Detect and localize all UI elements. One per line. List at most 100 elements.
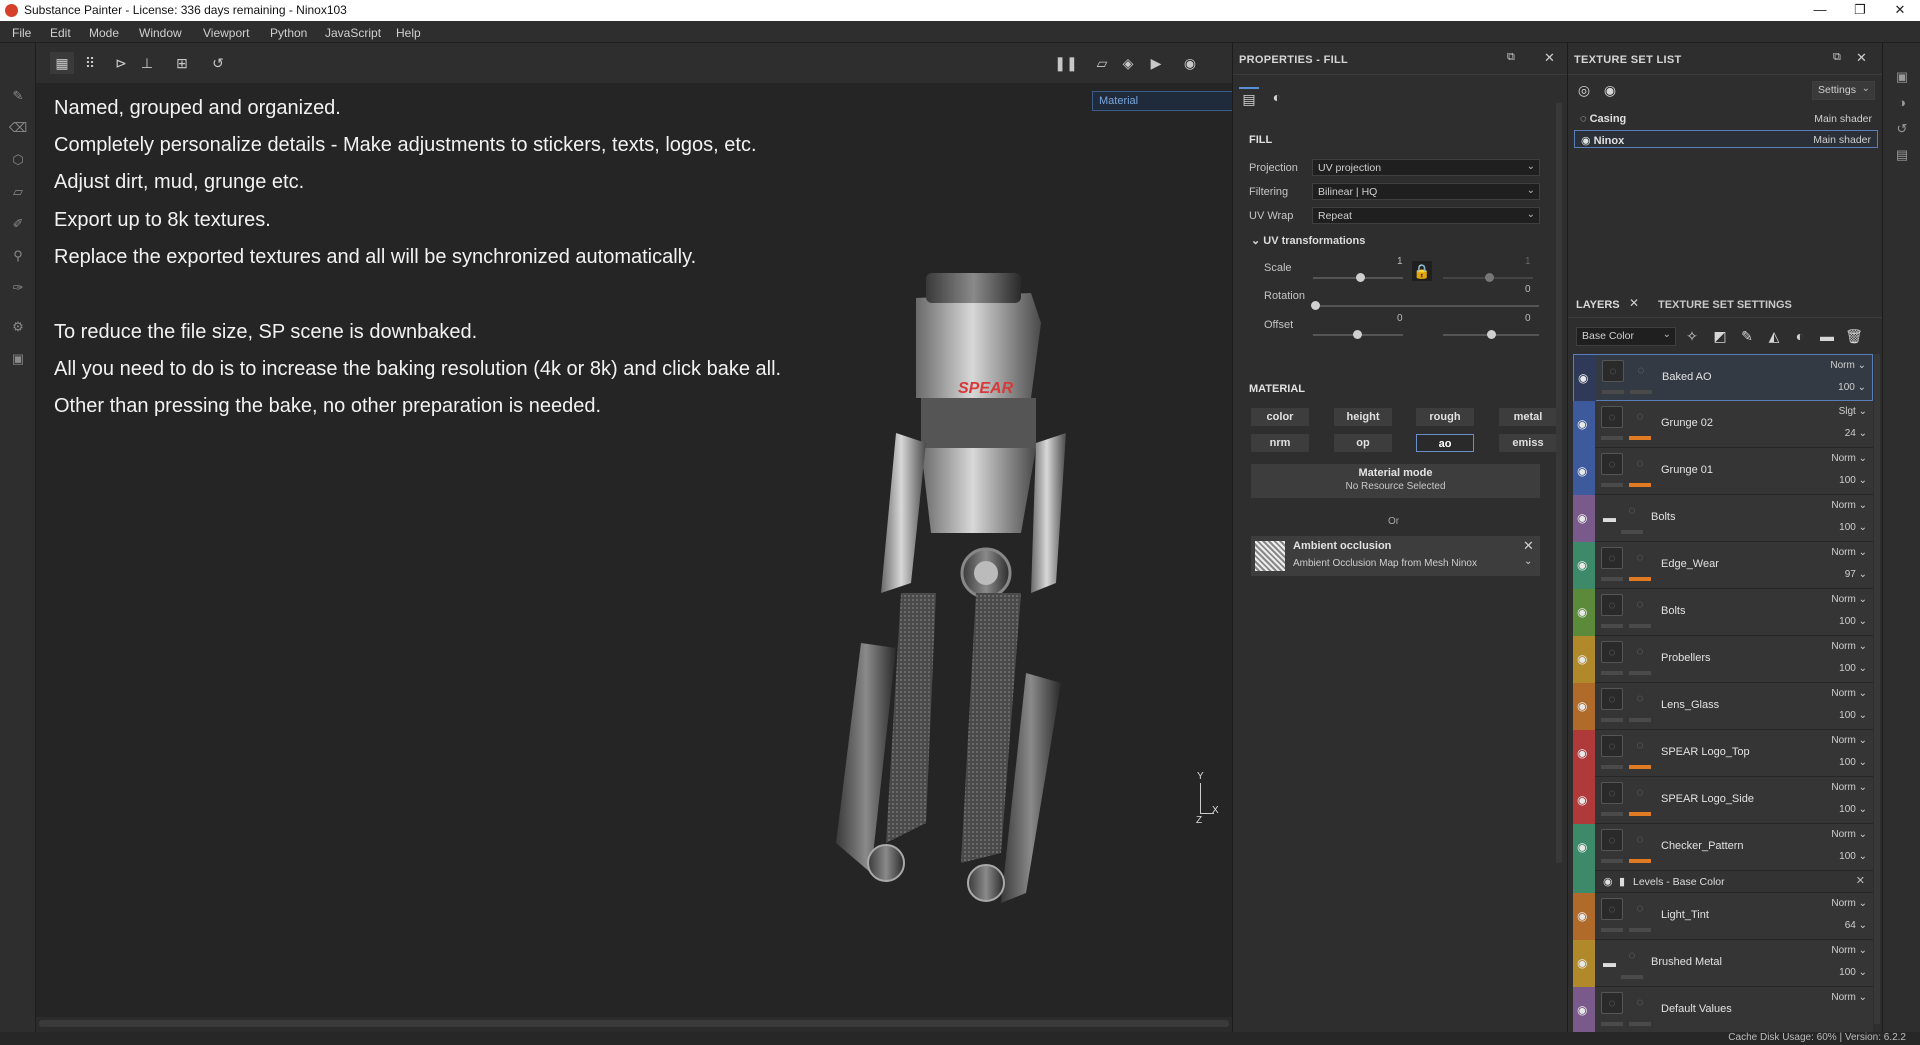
- layer-thumbnail[interactable]: ◌: [1601, 735, 1623, 757]
- 3d-viewport[interactable]: Named, grouped and organized. Completely…: [36, 83, 1257, 1017]
- rotation-slider[interactable]: [1311, 301, 1539, 310]
- mask-thumbnail[interactable]: ◌: [1629, 898, 1651, 920]
- eye-icon[interactable]: ◉: [1581, 135, 1594, 147]
- mask-thumbnail[interactable]: ◌: [1629, 406, 1651, 428]
- slider-knob[interactable]: [1487, 330, 1496, 339]
- menu-window[interactable]: Window: [139, 26, 182, 40]
- shader-settings-icon[interactable]: ◑: [1893, 95, 1911, 113]
- opacity[interactable]: 24 ⌄: [1845, 428, 1867, 439]
- eye-icon[interactable]: ◉: [1577, 511, 1587, 525]
- opacity[interactable]: 64 ⌄: [1845, 920, 1867, 931]
- blend-mode[interactable]: Norm ⌄: [1831, 898, 1867, 909]
- camera-icon[interactable]: ▶: [1144, 52, 1168, 74]
- eye-icon[interactable]: ◉: [1577, 652, 1587, 666]
- add-smart-material-icon[interactable]: ◐: [1790, 326, 1810, 346]
- add-folder-icon[interactable]: ▬: [1817, 326, 1837, 346]
- mask-thumbnail[interactable]: ◌: [1629, 735, 1651, 757]
- layer-thumbnail[interactable]: ◌: [1601, 688, 1623, 710]
- texture-set-row[interactable]: ◉ Ninox Main shader: [1574, 130, 1878, 148]
- layer-row[interactable]: ◉ ◌ ◌ Bolts Norm ⌄ 100 ⌄: [1573, 589, 1873, 636]
- close-window-button[interactable]: ✕: [1880, 0, 1920, 21]
- layer-thumbnail[interactable]: ◌: [1601, 547, 1623, 569]
- close-icon[interactable]: ✕: [1856, 50, 1867, 66]
- eye-icon[interactable]: ◉: [1577, 417, 1587, 431]
- remove-resource-icon[interactable]: ✕: [1523, 538, 1534, 554]
- material-mode-box[interactable]: Material mode No Resource Selected: [1251, 464, 1540, 498]
- mask-thumbnail[interactable]: ◌: [1621, 500, 1643, 522]
- mask-thumbnail[interactable]: ◌: [1629, 782, 1651, 804]
- channel-color[interactable]: color: [1251, 408, 1309, 426]
- eye-icon[interactable]: ◉: [1577, 699, 1587, 713]
- mask-thumbnail[interactable]: ◌: [1621, 945, 1643, 967]
- eye-icon[interactable]: ◉: [1577, 1003, 1587, 1017]
- channel-op[interactable]: op: [1334, 434, 1392, 452]
- opacity[interactable]: 97 ⌄: [1845, 569, 1867, 580]
- restore-button[interactable]: ❐: [1840, 0, 1880, 21]
- add-effect-icon[interactable]: ✧: [1682, 326, 1702, 346]
- blend-mode[interactable]: Slgt ⌄: [1839, 406, 1867, 417]
- layer-row[interactable]: ◉ ◌ ◌ Baked AO Norm ⌄ 100 ⌄: [1573, 354, 1873, 402]
- smudge-icon[interactable]: ✐: [9, 215, 27, 233]
- ao-resource-slot[interactable]: Ambient occlusion Ambient Occlusion Map …: [1251, 536, 1540, 576]
- menu-python[interactable]: Python: [270, 26, 307, 40]
- folder-icon[interactable]: ▬: [1603, 955, 1616, 970]
- paint-brush-icon[interactable]: ✎: [9, 87, 27, 105]
- blend-mode[interactable]: Norm ⌄: [1831, 688, 1867, 699]
- projection-select[interactable]: UV projection ⌄: [1312, 159, 1540, 176]
- eye-icon[interactable]: ◉: [1577, 909, 1587, 923]
- clone-icon[interactable]: ⚲: [9, 247, 27, 265]
- opacity[interactable]: 100 ⌄: [1839, 710, 1867, 721]
- uv-transformations-toggle[interactable]: ⌄ UV transformations: [1251, 234, 1365, 247]
- layer-row[interactable]: ◉ ◌ ◌ Lens_Glass Norm ⌄ 100 ⌄: [1573, 683, 1873, 730]
- grid-small-icon[interactable]: ⠿: [78, 52, 102, 74]
- split-icon[interactable]: ⊥: [135, 52, 159, 74]
- channel-emiss[interactable]: emiss: [1499, 434, 1557, 452]
- menu-viewport[interactable]: Viewport: [203, 26, 249, 40]
- mask-thumbnail[interactable]: ◌: [1629, 453, 1651, 475]
- history-icon[interactable]: ↺: [1893, 121, 1911, 139]
- channel-nrm[interactable]: nrm: [1251, 434, 1309, 452]
- layer-thumbnail[interactable]: ◌: [1601, 406, 1623, 428]
- uvwrap-select[interactable]: Repeat ⌄: [1312, 207, 1540, 224]
- eye-icon[interactable]: ◉: [1578, 371, 1588, 385]
- layer-thumbnail[interactable]: ◌: [1601, 453, 1623, 475]
- slider-knob[interactable]: [1356, 273, 1365, 282]
- layer-thumbnail[interactable]: ◌: [1601, 641, 1623, 663]
- opacity[interactable]: 100 ⌄: [1839, 663, 1867, 674]
- mask-thumbnail[interactable]: ◌: [1629, 992, 1651, 1014]
- eye-icon[interactable]: ◉: [1577, 746, 1587, 760]
- slider-knob[interactable]: [1311, 301, 1320, 310]
- opacity[interactable]: 100 ⌄: [1839, 522, 1867, 533]
- folder-icon[interactable]: ▬: [1603, 510, 1616, 525]
- menu-help[interactable]: Help: [396, 26, 421, 40]
- eye-icon[interactable]: ◉: [1577, 793, 1587, 807]
- effect-row[interactable]: ◉ ▮ Levels - Base Color ✕: [1573, 871, 1873, 893]
- mask-thumbnail[interactable]: ◌: [1629, 594, 1651, 616]
- eye-icon[interactable]: ◉: [1577, 956, 1587, 970]
- display-settings-icon[interactable]: ▣: [1893, 69, 1911, 87]
- close-icon[interactable]: ✕: [1629, 296, 1639, 310]
- grid-view-icon[interactable]: ▦: [50, 52, 74, 74]
- blend-mode[interactable]: Norm ⌄: [1830, 360, 1866, 371]
- add-mask-icon[interactable]: ◩: [1710, 326, 1730, 346]
- layer-thumbnail[interactable]: ◌: [1601, 594, 1623, 616]
- opacity[interactable]: 100 ⌄: [1839, 851, 1867, 862]
- layer-row[interactable]: ◉ ▬ ◌ Brushed Metal Norm ⌄ 100 ⌄: [1573, 940, 1873, 987]
- blend-mode[interactable]: Norm ⌄: [1831, 782, 1867, 793]
- opacity[interactable]: 100 ⌄: [1839, 757, 1867, 768]
- undock-icon[interactable]: ⧉: [1507, 51, 1515, 64]
- scale-slider-secondary[interactable]: [1443, 273, 1533, 282]
- mask-thumbnail[interactable]: ◌: [1629, 641, 1651, 663]
- 2d-view-icon[interactable]: ▱: [1090, 52, 1114, 74]
- undock-icon[interactable]: ⧉: [1833, 51, 1841, 64]
- menu-edit[interactable]: Edit: [50, 26, 71, 40]
- fill-properties-icon[interactable]: ▤: [1239, 87, 1259, 107]
- blend-mode[interactable]: Norm ⌄: [1831, 500, 1867, 511]
- mask-thumbnail[interactable]: ◌: [1630, 360, 1652, 382]
- delete-icon[interactable]: 🗑: [1844, 326, 1864, 346]
- menu-mode[interactable]: Mode: [89, 26, 119, 40]
- layer-thumbnail[interactable]: ◌: [1601, 782, 1623, 804]
- blend-mode[interactable]: Norm ⌄: [1831, 945, 1867, 956]
- properties-scrollbar[interactable]: [1556, 103, 1562, 863]
- layer-row[interactable]: ◉ ◌ ◌ Default Values Norm ⌄: [1573, 987, 1873, 1032]
